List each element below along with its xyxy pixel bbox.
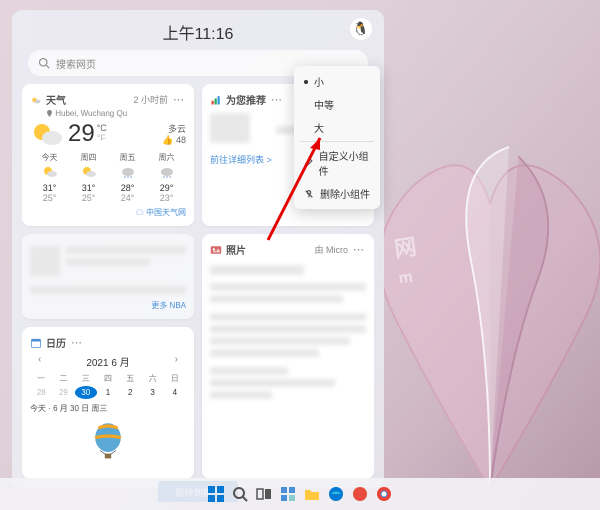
dates-row[interactable]: 2829301234 [30,386,186,399]
photos-icon [210,244,222,256]
menu-size-small[interactable]: 小 [294,70,380,93]
clock-time: 上午11:16 [22,20,374,44]
photos-title: 照片 [226,242,246,257]
widgets-button[interactable] [279,485,297,503]
user-avatar[interactable]: 🐧 [350,18,372,40]
calendar-title: 日历 [46,335,66,350]
pencil-icon [304,158,313,168]
recommend-title: 为您推荐 [226,92,266,107]
start-button[interactable] [207,485,225,503]
weather-location: Hubei, Wuchang Qu [46,109,186,118]
photos-more-icon[interactable]: ⋯ [352,243,366,257]
menu-customize[interactable]: 自定义小组件 [294,144,380,182]
search-button[interactable] [231,485,249,503]
calendar-more-icon[interactable]: ⋯ [70,336,84,350]
nba-widget[interactable]: 更多 NBA [22,234,194,319]
chrome-icon[interactable] [375,485,393,503]
edge-icon[interactable] [327,485,345,503]
search-placeholder: 搜索网页 [56,56,96,71]
weather-icon [30,94,42,106]
balloon-illustration [30,420,186,471]
temp-units[interactable]: °C°F [97,124,107,144]
menu-size-medium[interactable]: 中等 [294,93,380,116]
widget-context-menu: 小 中等 大 自定义小组件 删除小组件 [294,66,380,209]
chart-icon [210,94,222,106]
temperature: 29 [68,120,95,148]
next-month-icon[interactable]: › [175,354,178,365]
weather-attribution: ☁ 中国天气网 [30,207,186,218]
nba-more-link[interactable]: 更多 NBA [30,300,186,311]
weather-widget[interactable]: 天气 2 小时前 ⋯ Hubei, Wuchang Qu 29 °C°F 多云👍… [22,84,194,226]
unpin-icon [304,189,314,199]
explorer-icon[interactable] [303,485,321,503]
menu-remove[interactable]: 删除小组件 [294,182,380,205]
month-label: 2021 6 月 [86,358,129,369]
prev-month-icon[interactable]: ‹ [38,354,41,365]
calendar-icon [30,337,42,349]
weather-condition-icon [30,120,64,148]
photos-widget[interactable]: 照片 由 Micro ⋯ [202,234,374,479]
taskview-button[interactable] [255,485,273,503]
forecast-row: 今天31°25° 周四31°25° 周五28°24° 周六29°23° [30,152,186,203]
calendar-widget[interactable]: 日历 ⋯ ‹ 2021 6 月 › 一二三四五六日 2829301234 今天 … [22,327,194,479]
menu-size-large[interactable]: 大 [294,116,380,139]
weather-updated: 2 小时前 [133,93,168,106]
weather-more-icon[interactable]: ⋯ [172,93,186,107]
weekday-row: 一二三四五六日 [30,373,186,384]
weather-title: 天气 [46,92,66,107]
search-icon [38,57,50,69]
weather-condition: 多云👍 48 [162,122,186,146]
app-icon[interactable] [351,485,369,503]
taskbar[interactable] [0,478,600,510]
recommend-more-icon[interactable]: ⋯ [270,93,284,107]
today-event: 今天 · 6 月 30 日 周三 [30,403,186,414]
